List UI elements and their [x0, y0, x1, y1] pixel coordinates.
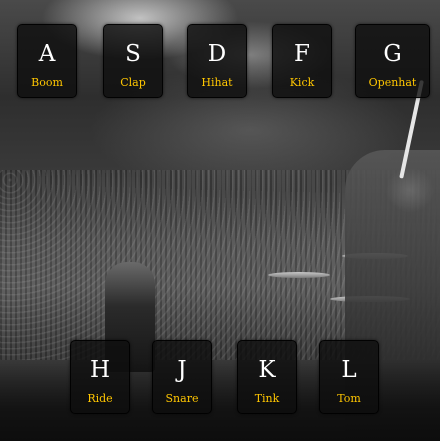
drum-pad-tink[interactable]: K Tink: [237, 340, 297, 414]
drum-kit-app: A Boom S Clap D Hihat F Kick G Openhat H…: [0, 0, 440, 441]
drum-pad-boom[interactable]: A Boom: [17, 24, 77, 98]
pad-key: L: [341, 357, 357, 383]
drum-pad-hihat[interactable]: D Hihat: [187, 24, 247, 98]
pad-key: D: [207, 41, 227, 67]
pad-key: H: [89, 357, 111, 383]
pad-key: S: [125, 41, 141, 67]
pad-key: K: [258, 357, 276, 383]
drum-pad-ride[interactable]: H Ride: [70, 340, 130, 414]
drum-pad-snare[interactable]: J Snare: [152, 340, 212, 414]
pad-sound: Clap: [120, 76, 146, 89]
pad-sound: Openhat: [368, 76, 417, 89]
pad-sound: Hihat: [201, 76, 233, 89]
pad-sound: Tink: [254, 392, 280, 405]
drum-pad-tom[interactable]: L Tom: [319, 340, 379, 414]
drum-pad-openhat[interactable]: G Openhat: [355, 24, 430, 98]
pad-sound: Tom: [337, 392, 361, 405]
pad-key: G: [383, 41, 402, 67]
drum-pad-kick[interactable]: F Kick: [272, 24, 332, 98]
pad-sound: Snare: [165, 392, 199, 405]
pad-key: J: [177, 357, 187, 383]
pad-sound: Kick: [289, 76, 315, 89]
pad-key: F: [294, 41, 310, 67]
pad-key: A: [38, 41, 56, 67]
cymbal-left: [268, 272, 330, 278]
drum-pad-clap[interactable]: S Clap: [103, 24, 163, 98]
pad-sound: Boom: [31, 76, 63, 89]
pad-sound: Ride: [87, 392, 113, 405]
